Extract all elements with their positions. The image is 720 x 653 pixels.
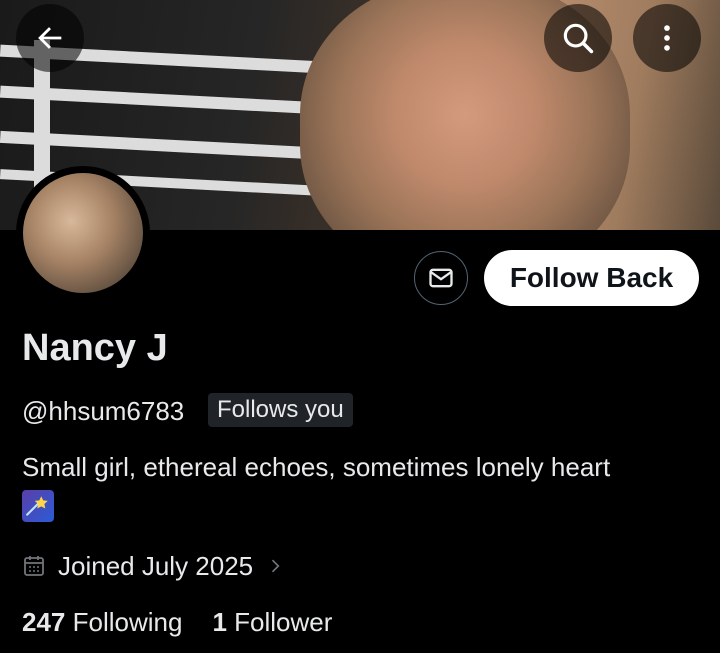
profile-bio: Small girl, ethereal echoes, sometimes l… [22, 452, 611, 482]
following-label: Following [72, 607, 183, 637]
message-button[interactable] [414, 251, 468, 305]
banner-railing [0, 130, 351, 162]
more-vertical-icon [664, 25, 670, 51]
profile-name: Nancy J [22, 327, 168, 369]
avatar-image [23, 173, 143, 293]
avatar[interactable] [16, 166, 150, 300]
following-count: 247 [22, 607, 66, 637]
follow-back-button[interactable]: Follow Back [484, 250, 699, 306]
profile-handle: @hhsum6783 [22, 396, 185, 426]
followers-count: 1 [212, 607, 227, 637]
joined-date: Joined July 2025 [58, 550, 254, 581]
search-button[interactable] [544, 4, 612, 72]
calendar-icon [24, 556, 44, 576]
arrow-left-icon [38, 27, 62, 49]
following-stat[interactable]: 247 Following [22, 607, 182, 638]
shooting-star-emoji [22, 490, 54, 522]
follow-stats: 247 Following 1 Follower [22, 607, 332, 638]
followers-stat[interactable]: 1 Follower [212, 607, 332, 638]
chevron-right-icon [272, 559, 280, 573]
follows-you-badge: Follows you [208, 393, 353, 427]
joined-date-row[interactable]: Joined July 2025 [22, 549, 285, 583]
followers-label: Follower [234, 607, 333, 637]
search-icon [563, 23, 594, 54]
envelope-icon [429, 268, 453, 288]
shooting-star-icon [26, 496, 48, 516]
more-options-button[interactable] [633, 4, 701, 72]
back-button[interactable] [16, 4, 84, 72]
